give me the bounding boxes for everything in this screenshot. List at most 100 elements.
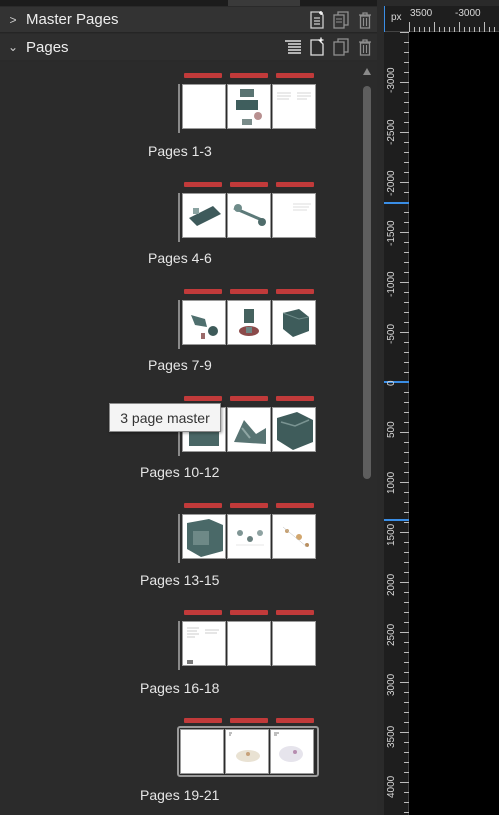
page-thumbnail[interactable] (182, 621, 226, 666)
page-thumbnail[interactable] (227, 621, 271, 666)
page-options-icon[interactable] (284, 37, 302, 57)
ruler-left-label: -2000 (386, 170, 397, 196)
page-marker (184, 610, 222, 615)
panel-divider[interactable] (377, 0, 384, 815)
page-marker (184, 503, 222, 508)
spread-pin (178, 193, 180, 242)
page-marker (184, 182, 222, 187)
ruler-left-label: -2500 (386, 119, 397, 145)
top-tab[interactable] (228, 0, 300, 6)
page-thumbnail[interactable] (225, 729, 269, 774)
master-pages-title: Master Pages (26, 11, 119, 28)
ruler-left-label: 2000 (386, 573, 397, 596)
ruler-left-label: 1500 (386, 523, 397, 546)
page-thumbnail[interactable] (180, 729, 224, 774)
spread-thumbnail[interactable] (178, 610, 320, 670)
page-thumbnail[interactable] (272, 193, 316, 238)
pages-title: Pages (26, 38, 69, 56)
duplicate-master-page-icon[interactable] (332, 10, 350, 30)
spread-pin (178, 84, 180, 133)
pages-scrollbar[interactable] (362, 66, 372, 815)
page-marker (230, 396, 268, 401)
spread-thumbnail[interactable] (178, 182, 320, 242)
spread-pin (178, 621, 180, 670)
page-marker (230, 610, 268, 615)
page-thumbnail[interactable] (182, 514, 226, 559)
page-thumbnail[interactable] (272, 300, 316, 345)
top-strip (0, 0, 384, 6)
delete-master-page-icon[interactable] (356, 10, 374, 30)
page-thumbnail[interactable] (272, 84, 316, 129)
ruler-left-label: 500 (386, 421, 397, 438)
spread-label: Pages 4-6 (148, 250, 212, 266)
spread-pin (178, 300, 180, 349)
ruler-left-label: 3500 (386, 725, 397, 748)
ruler-unit: px (391, 12, 402, 23)
page-thumbnail[interactable] (227, 84, 271, 129)
page-marker (230, 503, 268, 508)
ruler-top-label: 3500 (410, 8, 433, 19)
chevron-right-icon[interactable]: > (0, 13, 26, 27)
master-pages-toolbar (308, 10, 374, 30)
pages-toolbar (284, 37, 374, 57)
ruler-top-label: -3000 (455, 8, 481, 19)
pages-header[interactable]: ⌄ Pages (0, 34, 382, 60)
document-canvas[interactable] (409, 32, 499, 815)
master-pages-header[interactable]: > Master Pages (0, 7, 382, 33)
page-thumbnail[interactable] (182, 193, 226, 238)
ruler-left-label: 2500 (386, 623, 397, 646)
page-marker (276, 610, 314, 615)
spread-thumbnail-selected[interactable] (177, 718, 320, 778)
page-thumbnail[interactable] (272, 514, 316, 559)
spread-label: Pages 10-12 (140, 464, 220, 480)
page-marker (184, 73, 222, 78)
add-page-icon[interactable] (308, 37, 326, 57)
page-thumbnail[interactable] (272, 407, 316, 452)
page-marker (276, 503, 314, 508)
spread-thumbnail[interactable] (178, 289, 320, 349)
pages-list[interactable]: Pages 1-3 Pages 4-6 Pages 7-9 Pages 10-1… (0, 62, 382, 815)
ruler-left-label: 4000 (386, 775, 397, 798)
page-marker (276, 718, 314, 723)
page-marker (276, 182, 314, 187)
page-marker (230, 718, 268, 723)
page-thumbnail[interactable] (182, 300, 226, 345)
spread-label: Pages 1-3 (148, 143, 212, 159)
page-marker (230, 73, 268, 78)
page-thumbnail[interactable] (227, 193, 271, 238)
delete-page-icon[interactable] (356, 37, 374, 57)
page-thumbnail[interactable] (227, 407, 271, 452)
spread-thumbnail[interactable] (178, 503, 320, 563)
spread-label: Pages 16-18 (140, 680, 220, 696)
page-thumbnail[interactable] (270, 729, 314, 774)
page-thumbnail[interactable] (272, 621, 316, 666)
scrollbar-thumb[interactable] (363, 86, 371, 479)
spread-pin (178, 514, 180, 563)
page-marker (184, 718, 222, 723)
ruler-left-label: -1500 (386, 220, 397, 246)
page-marker (184, 396, 222, 401)
spread-label: Pages 19-21 (140, 787, 220, 803)
ruler-left-label: 0 (386, 380, 397, 386)
ruler-left-label: 1000 (386, 471, 397, 494)
page-marker (276, 73, 314, 78)
spread-label: Pages 7-9 (148, 357, 212, 373)
spread-thumbnail[interactable] (178, 73, 320, 133)
page-thumbnail[interactable] (182, 84, 226, 129)
page-marker (184, 289, 222, 294)
spread-label: Pages 13-15 (140, 572, 220, 588)
ruler-left-label: -3000 (386, 67, 397, 93)
page-thumbnail[interactable] (227, 300, 271, 345)
duplicate-page-icon[interactable] (332, 37, 350, 57)
tooltip: 3 page master (109, 403, 221, 432)
new-master-page-icon[interactable] (308, 10, 326, 30)
chevron-down-icon[interactable]: ⌄ (0, 40, 26, 54)
ruler-left-label: 3000 (386, 673, 397, 696)
page-thumbnail[interactable] (227, 514, 271, 559)
page-marker (230, 182, 268, 187)
ruler-left-label: -1000 (386, 271, 397, 297)
page-marker (276, 396, 314, 401)
page-marker (276, 289, 314, 294)
scroll-up-arrow-icon[interactable] (363, 68, 371, 75)
page-marker (230, 289, 268, 294)
